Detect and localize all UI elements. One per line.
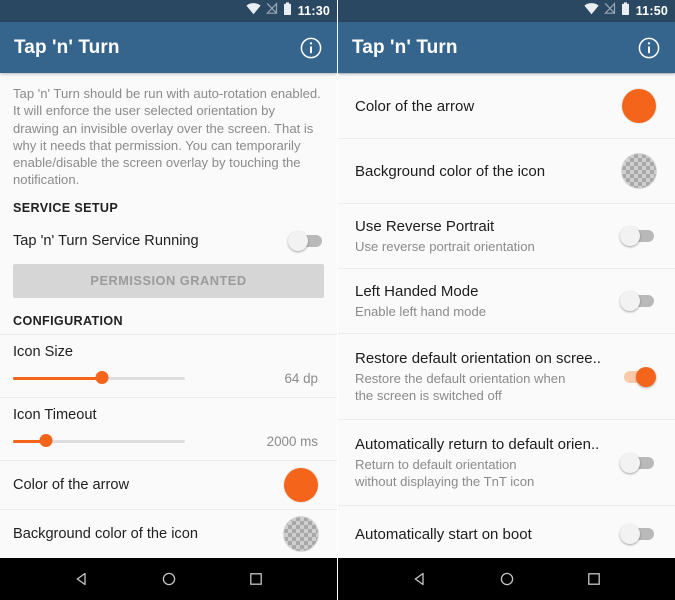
- color-swatch-background[interactable]: [622, 154, 656, 188]
- color-swatch-arrow[interactable]: [622, 89, 656, 123]
- pref-subtitle: Restore the default orientation when the…: [355, 371, 566, 403]
- settings-content-right: Color of the arrow Background color of t…: [338, 73, 675, 558]
- icon-size-label: Icon Size: [13, 343, 74, 360]
- use-reverse-portrait-switch[interactable]: [620, 225, 656, 247]
- status-bar: 11:30: [0, 0, 337, 22]
- switch-thumb: [620, 291, 640, 311]
- pref-title: Automatically return to default orien..: [355, 436, 600, 453]
- pref-subtitle: Use reverse portrait orientation: [355, 239, 535, 254]
- switch-thumb: [620, 524, 640, 544]
- phone-screen-left: 11:30 Tap 'n' Turn Tap 'n' Turn should b…: [0, 0, 337, 600]
- pref-row-automatically-start-on-boot[interactable]: Automatically start on boot: [338, 505, 675, 558]
- status-bar: 11:50: [338, 0, 675, 22]
- status-bar-clock: 11:50: [635, 3, 668, 18]
- service-running-switch[interactable]: [288, 230, 324, 252]
- back-triangle-icon[interactable]: [409, 568, 431, 590]
- background-color-label: Background color of the icon: [13, 525, 198, 542]
- pref-texts: Background color of the icon: [355, 162, 555, 181]
- pref-row-background-color-of-the-icon[interactable]: Background color of the icon: [338, 138, 675, 203]
- pref-title: Restore default orientation on scree..: [355, 350, 601, 367]
- pref-title: Automatically start on boot: [355, 525, 532, 543]
- back-triangle-icon[interactable]: [71, 568, 93, 590]
- switch-thumb: [288, 230, 308, 251]
- permission-button-wrap: PERMISSION GRANTED: [0, 261, 337, 304]
- switch-thumb: [636, 366, 656, 387]
- battery-icon: [621, 1, 630, 21]
- slider-row-icon-timeout[interactable]: Icon Timeout 2000 ms: [0, 396, 337, 460]
- automatically-return-switch[interactable]: [620, 452, 656, 474]
- pref-texts: Automatically return to default orien.. …: [355, 435, 609, 490]
- restore-default-orientation-switch[interactable]: [620, 366, 656, 388]
- wifi-icon: [246, 2, 261, 20]
- app-bar: Tap 'n' Turn: [0, 22, 337, 73]
- recents-square-icon[interactable]: [245, 568, 267, 590]
- dual-screenshot-comparison: 11:30 Tap 'n' Turn Tap 'n' Turn should b…: [0, 0, 675, 600]
- icon-size-value: 64 dp: [284, 370, 318, 386]
- app-title: Tap 'n' Turn: [352, 36, 458, 58]
- pref-texts: Left Handed Mode Enable left hand mode: [355, 282, 496, 320]
- status-bar-clock: 11:30: [297, 3, 330, 18]
- color-of-the-arrow-label: Color of the arrow: [13, 476, 129, 493]
- pref-title: Color of the arrow: [355, 97, 475, 115]
- icon-size-slider[interactable]: 64 dp: [13, 371, 324, 386]
- battery-icon: [283, 1, 292, 21]
- automatically-start-on-boot-switch[interactable]: [620, 523, 656, 545]
- pref-row-use-reverse-portrait[interactable]: Use Reverse Portrait Use reverse portrai…: [338, 203, 675, 268]
- permission-granted-button[interactable]: PERMISSION GRANTED: [13, 263, 324, 298]
- icon-timeout-label: Icon Timeout: [13, 406, 97, 423]
- row-background-color-of-the-icon[interactable]: Background color of the icon: [0, 508, 337, 558]
- home-circle-icon[interactable]: [496, 568, 518, 590]
- signal-off-icon: [603, 2, 616, 20]
- slider-track-wrap[interactable]: [13, 434, 185, 448]
- signal-off-icon: [265, 2, 278, 20]
- navigation-bar: [338, 558, 675, 600]
- phone-screen-right: 11:50 Tap 'n' Turn Color of the arrow Ba…: [337, 0, 675, 600]
- info-icon[interactable]: [299, 36, 323, 60]
- pref-title: Background color of the icon: [355, 162, 546, 180]
- pref-row-automatically-return-to-default[interactable]: Automatically return to default orien.. …: [338, 419, 675, 505]
- left-handed-mode-switch[interactable]: [620, 290, 656, 312]
- row-service-running[interactable]: Tap 'n' Turn Service Running: [0, 221, 337, 261]
- service-running-label: Tap 'n' Turn Service Running: [13, 232, 199, 249]
- slider-track-wrap[interactable]: [13, 371, 185, 385]
- pref-title: Left Handed Mode: [355, 283, 479, 300]
- section-header-configuration: CONFIGURATION: [13, 313, 123, 328]
- pref-row-restore-default-orientation[interactable]: Restore default orientation on scree.. R…: [338, 333, 675, 419]
- intro-description: Tap 'n' Turn should be run with auto-rot…: [13, 86, 321, 188]
- home-circle-icon[interactable]: [158, 568, 180, 590]
- pref-texts: Restore default orientation on scree.. R…: [355, 349, 611, 404]
- pref-texts: Use Reverse Portrait Use reverse portrai…: [355, 217, 545, 255]
- pref-texts: Color of the arrow: [355, 97, 484, 116]
- color-swatch-arrow[interactable]: [284, 467, 318, 502]
- slider-thumb[interactable]: [39, 434, 53, 448]
- recents-square-icon[interactable]: [583, 568, 605, 590]
- slider-row-icon-size[interactable]: Icon Size 64 dp: [0, 333, 337, 397]
- navigation-bar: [0, 558, 337, 600]
- pref-subtitle: Return to default orientation without di…: [355, 457, 535, 489]
- pref-row-left-handed-mode[interactable]: Left Handed Mode Enable left hand mode: [338, 268, 675, 333]
- app-title: Tap 'n' Turn: [14, 36, 120, 58]
- pref-title: Use Reverse Portrait: [355, 218, 495, 235]
- pref-row-color-of-the-arrow[interactable]: Color of the arrow: [338, 73, 675, 138]
- section-header-service-setup: SERVICE SETUP: [13, 200, 119, 215]
- slider-thumb[interactable]: [95, 371, 109, 385]
- app-bar: Tap 'n' Turn: [338, 22, 675, 73]
- wifi-icon: [584, 2, 599, 20]
- color-swatch-background[interactable]: [284, 516, 318, 551]
- slider-track-fill: [13, 377, 103, 380]
- switch-thumb: [620, 226, 640, 246]
- switch-thumb: [620, 452, 640, 473]
- info-icon[interactable]: [637, 36, 661, 60]
- pref-subtitle: Enable left hand mode: [355, 304, 487, 319]
- icon-timeout-slider[interactable]: 2000 ms: [13, 434, 324, 449]
- pref-texts: Automatically start on boot: [355, 525, 542, 544]
- row-color-of-the-arrow[interactable]: Color of the arrow: [0, 459, 337, 509]
- settings-content-left: Tap 'n' Turn should be run with auto-rot…: [0, 73, 337, 558]
- icon-timeout-value: 2000 ms: [266, 433, 318, 449]
